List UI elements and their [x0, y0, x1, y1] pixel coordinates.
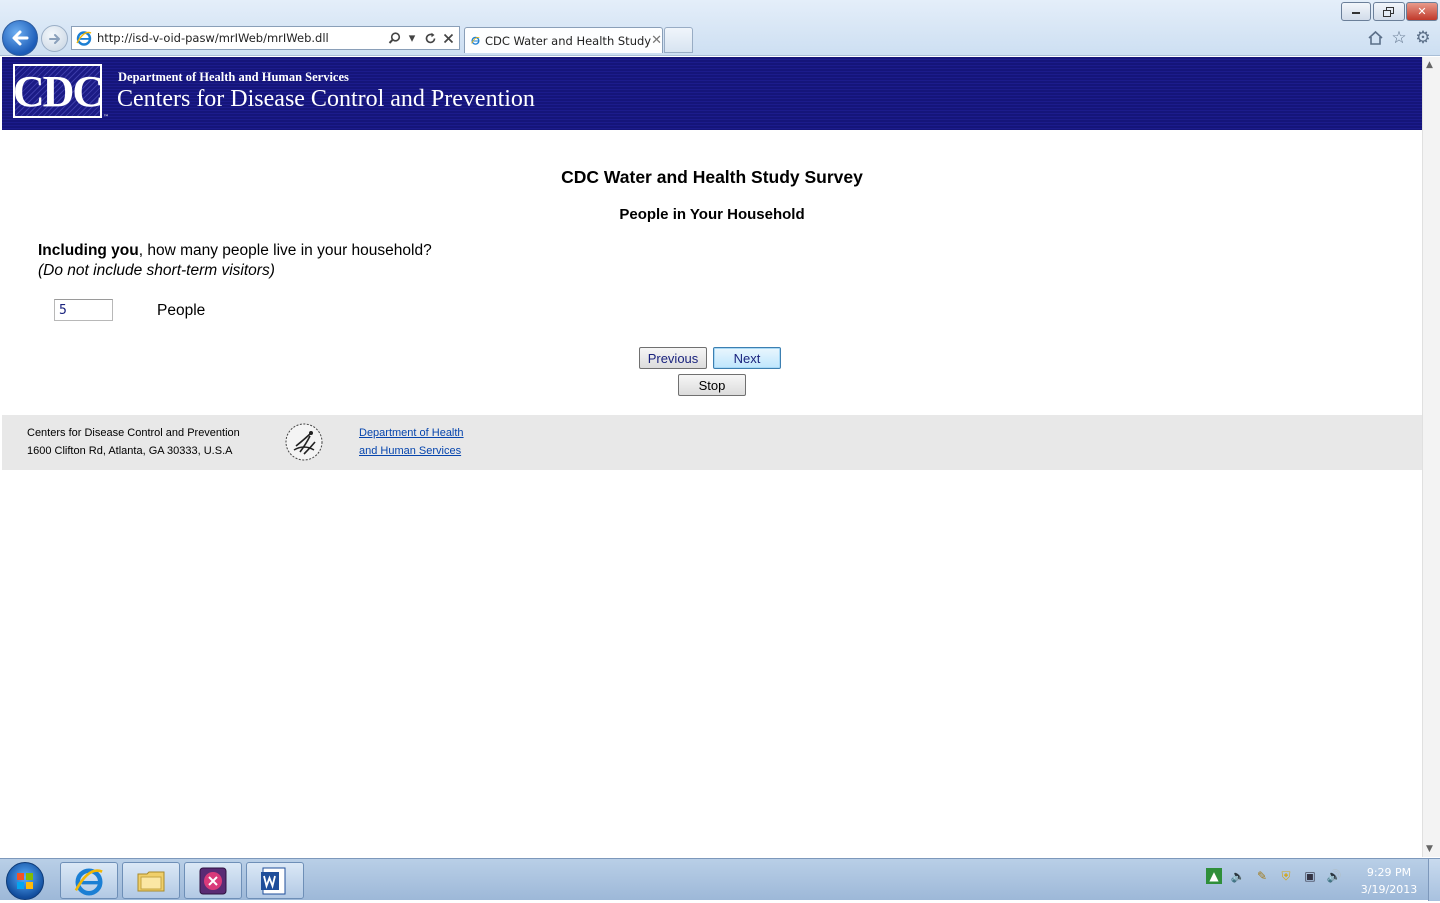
page-footer: Centers for Disease Control and Preventi… — [2, 415, 1422, 470]
household-size-input[interactable] — [54, 299, 113, 321]
ie-icon — [471, 36, 480, 45]
network-monitor-icon[interactable]: ▣ — [1302, 868, 1318, 884]
footer-org-name: Centers for Disease Control and Preventi… — [27, 427, 240, 439]
show-desktop-button[interactable] — [1428, 859, 1440, 901]
taskbar-microsoft-word[interactable] — [246, 862, 304, 899]
speaker-muted-icon[interactable]: 🔈 — [1230, 868, 1246, 884]
browser-chrome: http://isd-v-oid-pasw/mrIWeb/mrIWeb.dll … — [0, 0, 1440, 56]
previous-button[interactable]: Previous — [639, 347, 707, 369]
start-button[interactable] — [6, 862, 44, 900]
taskbar-windows-explorer[interactable] — [122, 862, 180, 899]
stop-button[interactable]: Stop — [678, 374, 746, 396]
favorites-star-icon[interactable]: ☆ — [1389, 28, 1409, 48]
tab-close-icon[interactable]: ✕ — [651, 33, 662, 48]
taskbar-media-app[interactable] — [184, 862, 242, 899]
tab-title: CDC Water and Health Study — [484, 33, 652, 48]
search-icon[interactable] — [387, 30, 401, 46]
cdc-logo-text: CDC — [12, 66, 104, 116]
scroll-up-icon[interactable]: ▲ — [1426, 60, 1433, 70]
hhs-seal-icon — [285, 423, 323, 461]
back-arrow-icon — [12, 30, 29, 46]
survey-title: CDC Water and Health Study Survey — [561, 167, 863, 187]
word-icon — [261, 867, 286, 894]
hhs-link-continued[interactable]: and Human Services — [359, 445, 461, 457]
cdc-logo[interactable]: CDC — [12, 64, 104, 118]
section-title: People in Your Household — [619, 206, 805, 223]
folder-icon — [137, 871, 165, 891]
vertical-scrollbar[interactable]: ▲ ▼ — [1422, 57, 1440, 857]
restore-button[interactable] — [1373, 2, 1405, 21]
shield-icon[interactable]: ⛨ — [1278, 868, 1294, 884]
volume-icon[interactable]: 🔊 — [1326, 868, 1342, 884]
cdc-banner: CDC ™ Department of Health and Human Ser… — [2, 57, 1422, 130]
ie-icon — [76, 31, 92, 46]
department-name: Department of Health and Human Services — [118, 70, 349, 84]
stop-icon[interactable] — [441, 30, 455, 46]
media-app-icon — [199, 867, 227, 894]
windows-taskbar: ▲ 🔈 ✎ ⛨ ▣ 🔊 9:29 PM 3/19/2013 — [0, 858, 1440, 901]
windows-logo-icon — [17, 873, 33, 889]
forward-arrow-icon — [48, 33, 60, 44]
minimize-button[interactable] — [1341, 2, 1371, 21]
tools-gear-icon[interactable]: ⚙ — [1413, 28, 1433, 48]
back-button[interactable] — [2, 20, 38, 56]
household-size-unit: People — [157, 302, 206, 319]
system-tray: ▲ 🔈 ✎ ⛨ ▣ 🔊 — [1206, 868, 1342, 884]
close-window-button[interactable]: ✕ — [1406, 2, 1438, 21]
refresh-icon[interactable] — [423, 30, 437, 46]
trademark-mark: ™ — [103, 114, 109, 121]
tab-cdc-survey[interactable]: CDC Water and Health Study ✕ — [464, 27, 663, 53]
new-tab-button[interactable] — [664, 27, 693, 53]
clock-time[interactable]: 9:29 PM — [1359, 866, 1419, 879]
question-text: Including you, how many people live in y… — [38, 242, 432, 260]
dropdown-icon[interactable]: ▾ — [405, 30, 419, 46]
scroll-down-icon[interactable]: ▼ — [1426, 844, 1433, 854]
footer-address: 1600 Clifton Rd, Atlanta, GA 30333, U.S.… — [27, 445, 233, 457]
question-rest: , how many people live in your household… — [138, 242, 432, 259]
ie-icon — [74, 867, 103, 895]
network-icon[interactable]: ▲ — [1206, 868, 1222, 884]
question-instruction: (Do not include short-term visitors) — [38, 262, 275, 279]
tools-icon[interactable]: ✎ — [1254, 868, 1270, 884]
home-icon[interactable] — [1365, 28, 1385, 48]
clock-date[interactable]: 3/19/2013 — [1359, 883, 1419, 896]
page-viewport: CDC ™ Department of Health and Human Ser… — [2, 57, 1422, 857]
agency-name: Centers for Disease Control and Preventi… — [117, 86, 535, 112]
address-bar[interactable]: http://isd-v-oid-pasw/mrIWeb/mrIWeb.dll … — [71, 26, 460, 50]
next-button[interactable]: Next — [713, 347, 781, 369]
question-emphasis: Including you — [38, 242, 139, 259]
url-text[interactable]: http://isd-v-oid-pasw/mrIWeb/mrIWeb.dll — [97, 31, 387, 45]
taskbar-internet-explorer[interactable] — [60, 862, 118, 899]
hhs-link[interactable]: Department of Health — [359, 427, 464, 439]
forward-button[interactable] — [41, 25, 68, 52]
